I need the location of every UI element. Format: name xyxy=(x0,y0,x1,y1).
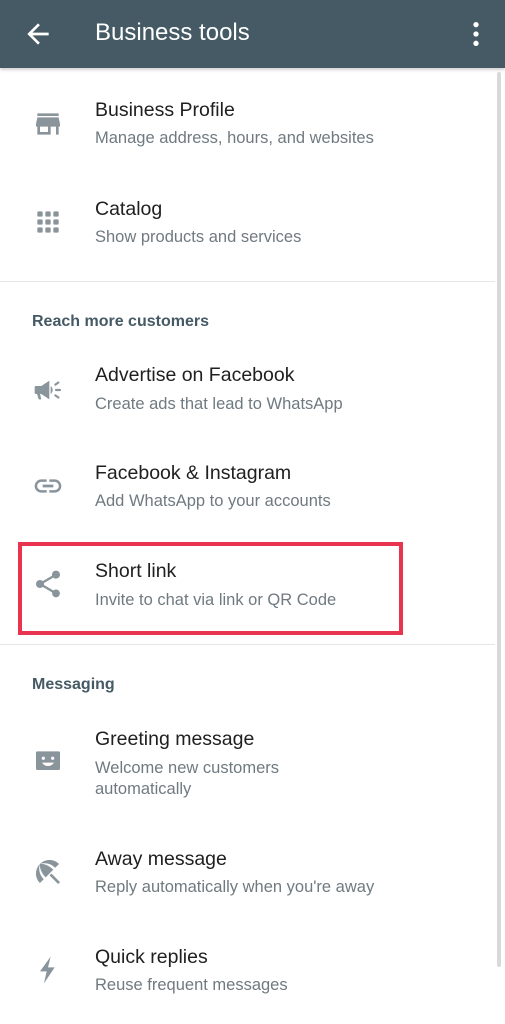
highlight-box xyxy=(18,542,403,635)
quick-replies-item[interactable]: Quick replies Reuse frequent messages xyxy=(0,934,495,1024)
business-profile-item[interactable]: Business Profile Manage address, hours, … xyxy=(0,88,495,184)
greeting-message-icon xyxy=(32,746,64,778)
item-title: Quick replies xyxy=(95,946,208,968)
item-subtitle: Reuse frequent messages xyxy=(95,976,288,994)
item-subtitle: Add WhatsApp to your accounts xyxy=(95,492,331,510)
away-message-item[interactable]: Away message Reply automatically when yo… xyxy=(0,836,495,932)
item-title: Greeting message xyxy=(95,728,255,750)
item-title: Facebook & Instagram xyxy=(95,462,292,484)
storefront-icon xyxy=(32,108,64,140)
facebook-instagram-item[interactable]: Facebook & Instagram Add WhatsApp to you… xyxy=(0,450,495,546)
section-header-reach: Reach more customers xyxy=(32,313,209,330)
advertise-facebook-item[interactable]: Advertise on Facebook Create ads that le… xyxy=(0,352,495,448)
more-options-icon[interactable] xyxy=(460,18,492,50)
item-title: Advertise on Facebook xyxy=(95,364,295,386)
lightning-icon xyxy=(32,954,64,986)
catalog-item[interactable]: Catalog Show products and services xyxy=(0,186,495,282)
scrollbar[interactable] xyxy=(497,72,501,967)
megaphone-icon xyxy=(32,374,64,406)
item-subtitle: Create ads that lead to WhatsApp xyxy=(95,395,343,413)
divider xyxy=(0,644,495,645)
page-title: Business tools xyxy=(95,19,250,46)
item-subtitle: Welcome new customers automatically xyxy=(95,759,280,798)
item-title: Away message xyxy=(95,848,227,870)
grid-icon xyxy=(32,206,64,238)
section-header-messaging: Messaging xyxy=(32,676,115,693)
divider xyxy=(0,281,495,282)
item-title: Business Profile xyxy=(95,99,235,121)
back-arrow-icon[interactable] xyxy=(22,18,54,50)
item-subtitle: Reply automatically when you're away xyxy=(95,878,375,896)
item-subtitle: Show products and services xyxy=(95,228,302,246)
link-icon xyxy=(32,470,64,502)
item-subtitle: Manage address, hours, and websites xyxy=(95,129,374,147)
app-bar: Business tools xyxy=(0,0,505,68)
beach-umbrella-icon xyxy=(32,856,64,888)
item-title: Catalog xyxy=(95,198,163,220)
greeting-message-item[interactable]: Greeting message Welcome new customers a… xyxy=(0,716,495,826)
